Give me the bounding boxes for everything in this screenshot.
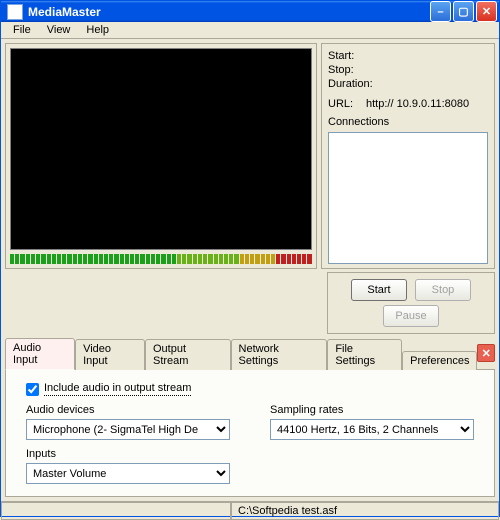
tab-output-stream[interactable]: Output Stream <box>145 339 231 370</box>
video-panel <box>5 43 317 269</box>
minimize-button[interactable]: – <box>430 1 451 22</box>
control-panel: Start Stop Pause <box>327 272 495 334</box>
app-icon <box>7 4 23 20</box>
content-area: Start: Stop: Duration: URL: http:// 10.9.… <box>1 39 499 501</box>
include-audio-checkbox[interactable] <box>26 383 39 396</box>
audio-devices-label: Audio devices <box>26 404 230 416</box>
window-buttons: – ▢ ✕ <box>430 1 497 22</box>
menu-help[interactable]: Help <box>78 22 117 38</box>
stop-button[interactable]: Stop <box>415 279 471 301</box>
connections-list[interactable] <box>328 132 488 264</box>
tab-audio-input[interactable]: Audio Input <box>5 338 75 370</box>
url-label: URL: <box>328 98 360 110</box>
tab-file-settings[interactable]: File Settings <box>327 339 402 370</box>
pause-button[interactable]: Pause <box>383 305 439 327</box>
status-left <box>1 502 231 520</box>
statusbar: C:\Softpedia test.asf <box>1 501 499 520</box>
connections-label: Connections <box>328 116 488 128</box>
tab-preferences[interactable]: Preferences <box>402 351 477 370</box>
sampling-rates-select[interactable]: 44100 Hertz, 16 Bits, 2 Channels <box>270 419 474 440</box>
tab-close-icon[interactable]: ✕ <box>477 344 495 362</box>
inputs-label: Inputs <box>26 448 230 460</box>
tabs-container: Audio Input Video Input Output Stream Ne… <box>5 337 495 497</box>
tab-video-input[interactable]: Video Input <box>75 339 145 370</box>
duration-label: Duration: <box>328 78 378 90</box>
top-row: Start: Stop: Duration: URL: http:// 10.9.… <box>5 43 495 269</box>
include-audio-label: Include audio in output stream <box>44 382 191 396</box>
tab-network-settings[interactable]: Network Settings <box>231 339 328 370</box>
include-audio-checkbox-row[interactable]: Include audio in output stream <box>26 382 474 396</box>
info-panel: Start: Stop: Duration: URL: http:// 10.9.… <box>321 43 495 269</box>
close-button[interactable]: ✕ <box>476 1 497 22</box>
menu-view[interactable]: View <box>39 22 79 38</box>
stop-label: Stop: <box>328 64 378 76</box>
inputs-select[interactable]: Master Volume <box>26 463 230 484</box>
controls-row: Start Stop Pause <box>5 272 495 334</box>
vu-meter <box>10 254 312 264</box>
titlebar[interactable]: MediaMaster – ▢ ✕ <box>1 1 499 22</box>
sampling-rates-label: Sampling rates <box>270 404 474 416</box>
app-window: MediaMaster – ▢ ✕ File View Help Start: … <box>0 0 500 517</box>
url-value: http:// 10.9.0.11:8080 <box>366 98 469 110</box>
window-title: MediaMaster <box>28 5 430 19</box>
menubar: File View Help <box>1 22 499 39</box>
video-preview[interactable] <box>10 48 312 250</box>
tab-body-audio-input: Include audio in output stream Audio dev… <box>5 369 495 497</box>
start-label: Start: <box>328 50 378 62</box>
audio-devices-select[interactable]: Microphone (2- SigmaTel High De <box>26 419 230 440</box>
menu-file[interactable]: File <box>5 22 39 38</box>
tabstrip: Audio Input Video Input Output Stream Ne… <box>5 337 495 369</box>
status-path: C:\Softpedia test.asf <box>231 502 499 520</box>
start-button[interactable]: Start <box>351 279 407 301</box>
maximize-button[interactable]: ▢ <box>453 1 474 22</box>
